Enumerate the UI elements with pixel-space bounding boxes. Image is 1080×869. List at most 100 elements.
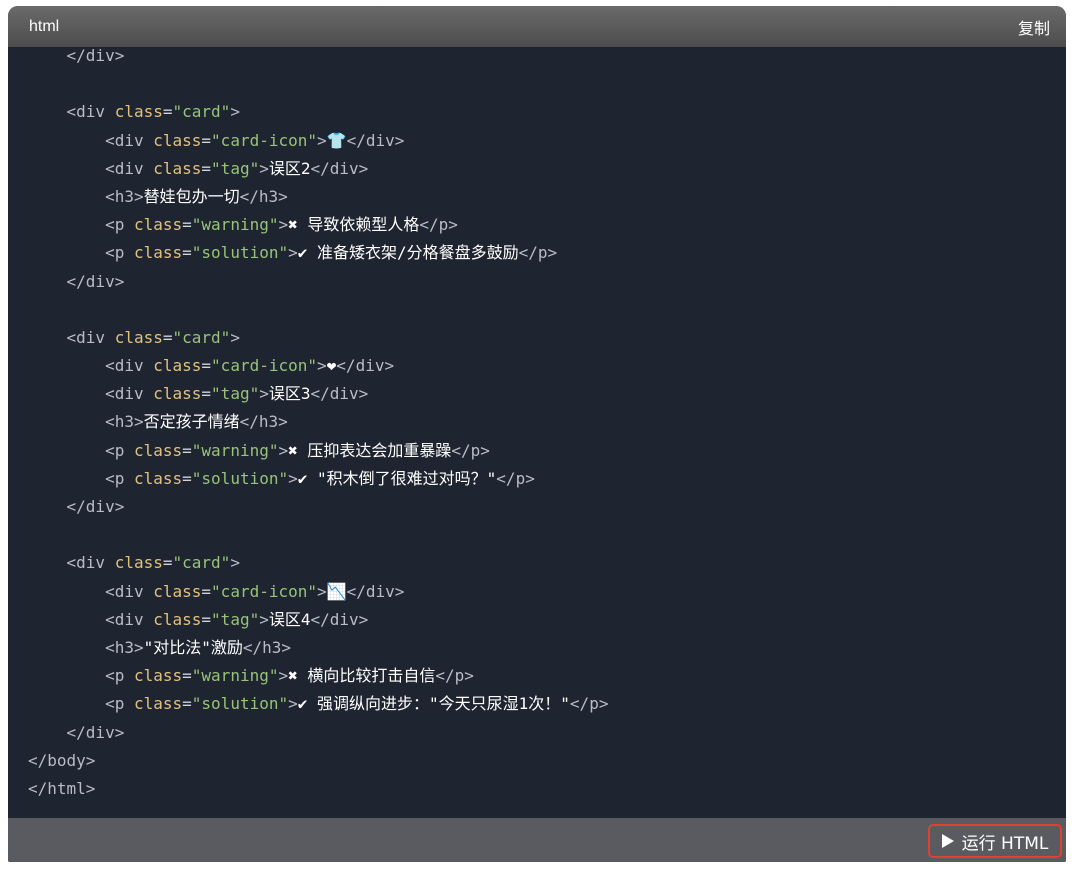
code-token: 误区2 [268, 158, 311, 178]
code-token: > [230, 327, 240, 347]
code-token: <p [28, 440, 134, 460]
code-token: > [230, 553, 240, 573]
code-line: </html> [28, 775, 1066, 803]
code-line: <div class="card"> [28, 98, 1066, 126]
code-token: > [259, 158, 269, 178]
code-token: ✖ 导致依赖型人格 [288, 215, 420, 235]
code-token: "对比法"激励 [143, 637, 243, 657]
code-token: <div [28, 102, 115, 122]
code-token: <div [28, 130, 154, 150]
code-line: </div> [28, 268, 1066, 296]
code-token: > [317, 356, 327, 376]
code-line: <p class="warning">✖ 横向比较打击自信</p> [28, 662, 1066, 690]
code-token: </div> [28, 271, 125, 291]
code-token: "tag" [211, 384, 260, 404]
code-content[interactable]: </div> <div class="card"> <div class="ca… [8, 47, 1066, 818]
code-token: > [278, 215, 289, 235]
code-token: = [201, 130, 212, 150]
code-line: </div> [28, 719, 1066, 747]
code-line: <div class="tag">误区4</div> [28, 606, 1066, 634]
code-line: <div class="tag">误区3</div> [28, 380, 1066, 408]
code-token: > [288, 243, 298, 263]
code-token: 👕 [326, 130, 347, 150]
code-token: = [201, 384, 212, 404]
code-line: </div> [28, 47, 1066, 70]
code-token: <p [28, 468, 134, 488]
code-line: <div class="card"> [28, 549, 1066, 577]
code-token: "tag" [211, 609, 260, 629]
code-token: "card-icon" [211, 130, 318, 150]
code-token: <div [28, 158, 154, 178]
code-token: class [114, 553, 163, 573]
code-token: class [133, 666, 183, 686]
code-token: <h3> [28, 637, 144, 657]
code-token: > [317, 581, 327, 601]
code-line: <div class="tag">误区2</div> [28, 155, 1066, 183]
code-token: <div [28, 384, 154, 404]
code-token: = [182, 243, 192, 263]
code-token: </div> [28, 722, 125, 742]
code-token: </html> [28, 778, 96, 798]
code-token: > [259, 384, 269, 404]
code-token: </div> [336, 356, 395, 376]
code-token: </p> [569, 694, 609, 714]
code-token: "card-icon" [211, 581, 318, 601]
code-token: <div [28, 609, 154, 629]
code-block-header: html 复制 [8, 6, 1066, 47]
code-block-footer: 运行 HTML [8, 818, 1066, 862]
play-icon [941, 834, 954, 848]
code-token: </body> [28, 750, 96, 770]
run-html-label: 运行 HTML [961, 833, 1049, 854]
code-token: </p> [419, 215, 458, 235]
code-token: = [162, 102, 173, 122]
code-token: > [230, 102, 240, 122]
code-token: = [162, 327, 173, 347]
code-token: ✔ 强调纵向进步："今天只尿湿1次！" [297, 694, 570, 714]
code-token: class [153, 609, 202, 629]
code-token: </div> [28, 497, 125, 516]
code-token: class [153, 581, 202, 601]
code-token: </div> [346, 581, 405, 601]
code-token: </div> [346, 130, 405, 150]
code-text: </div> <div class="card"> <div class="ca… [8, 47, 1066, 803]
code-token: class [153, 158, 202, 178]
code-token: 📉 [326, 581, 347, 601]
code-token: "warning" [191, 215, 279, 235]
code-token: class [133, 440, 183, 460]
code-line: <p class="warning">✖ 导致依赖型人格</p> [28, 211, 1066, 239]
code-token: > [288, 694, 298, 714]
code-block: html 复制 </div> <div class="card"> <div c… [8, 6, 1066, 862]
code-token: "solution" [191, 243, 289, 263]
code-token: class [153, 356, 202, 376]
code-token: "solution" [191, 468, 289, 488]
code-token: = [201, 609, 212, 629]
code-token: </p> [518, 243, 558, 263]
code-token: <h3> [28, 412, 144, 432]
code-line: <div class="card"> [28, 324, 1066, 352]
code-token: class [153, 384, 202, 404]
code-token: "warning" [191, 666, 279, 686]
code-token: <div [28, 327, 115, 347]
code-token: </div> [310, 609, 369, 629]
run-html-button[interactable]: 运行 HTML [928, 824, 1062, 858]
code-line: <h3>"对比法"激励</h3> [28, 634, 1066, 662]
code-token: > [259, 609, 269, 629]
code-token: "warning" [191, 440, 279, 460]
code-token: <p [28, 666, 134, 686]
code-line: <div class="card-icon">📉</div> [28, 578, 1066, 606]
code-token: = [182, 666, 192, 686]
code-token: 否定孩子情绪 [143, 412, 240, 432]
code-token: class [153, 130, 202, 150]
code-token: </p> [496, 468, 535, 488]
code-token: = [182, 440, 192, 460]
code-token: "card" [172, 102, 231, 122]
code-token: = [201, 581, 212, 601]
code-token: "card-icon" [211, 356, 318, 376]
copy-button[interactable]: 复制 [1018, 15, 1050, 39]
language-label: html [29, 17, 60, 35]
code-token: = [182, 468, 192, 488]
code-token: > [288, 468, 298, 488]
code-token: </p> [451, 440, 490, 460]
